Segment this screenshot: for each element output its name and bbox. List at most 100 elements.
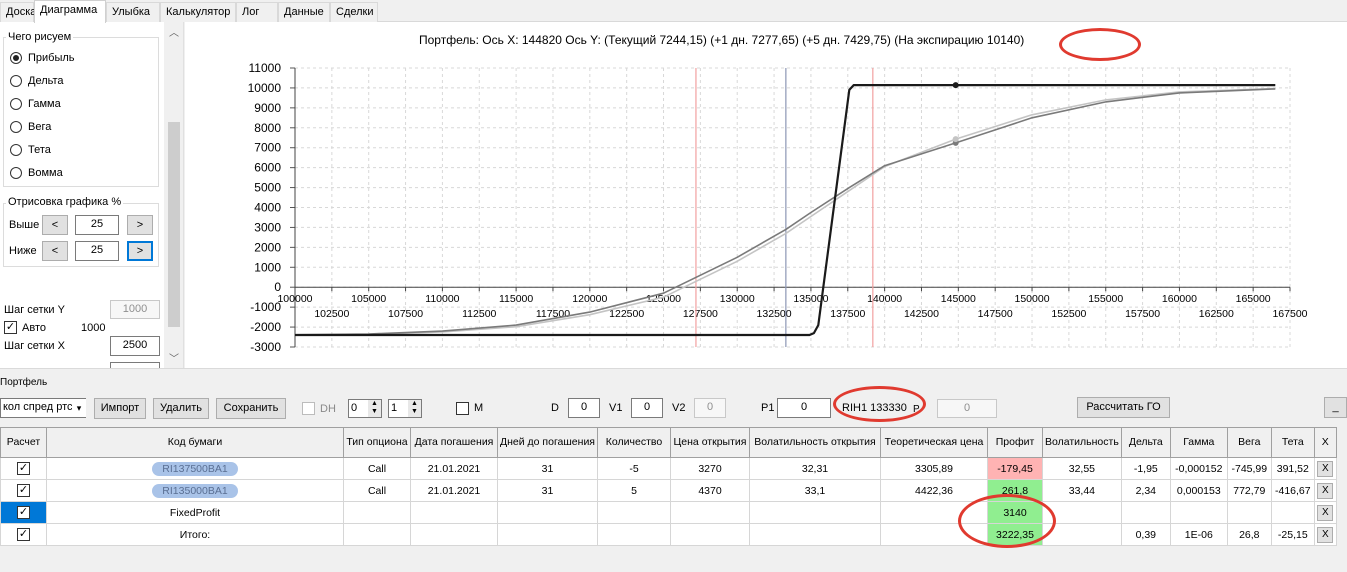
table-row[interactable]: ✓ RI137500BA1 Call 21.01.2021 31 -5 3270… <box>0 457 1337 480</box>
calc-checkbox[interactable]: ✓ <box>17 484 30 497</box>
calc-cell[interactable]: ✓ <box>0 479 47 502</box>
below-value-field[interactable]: 25 <box>75 241 119 261</box>
scroll-up-icon[interactable]: ︿ <box>169 24 179 39</box>
theta-cell[interactable] <box>1270 501 1315 524</box>
profit-cell[interactable]: -179,45 <box>987 457 1043 480</box>
tab-calculator[interactable]: Калькулятор <box>160 2 236 22</box>
theo-price-cell[interactable]: 4422,36 <box>880 479 988 502</box>
radio-profit[interactable] <box>10 52 22 64</box>
tab-smile[interactable]: Улыбка <box>106 2 160 22</box>
grid-y-field[interactable]: 1000 <box>110 300 160 319</box>
open-vol-cell[interactable]: 32,31 <box>749 457 881 480</box>
spin-2-arrows-icon[interactable]: ▲ ▼ <box>408 400 421 417</box>
delete-cell[interactable]: X <box>1313 479 1337 502</box>
auto-checkbox[interactable]: ✓ <box>4 321 17 334</box>
table-row[interactable]: ✓ Итого: 3222,35 0,39 1E-06 26,8 -25,15 … <box>0 523 1337 546</box>
col-header-days-to-expiry[interactable]: Дней до погашения <box>497 427 598 458</box>
radio-gamma[interactable] <box>10 98 22 110</box>
delete-cell[interactable]: X <box>1313 457 1337 480</box>
theo-price-cell[interactable]: 3305,89 <box>880 457 988 480</box>
delta-cell[interactable]: 2,34 <box>1120 479 1171 502</box>
vega-cell[interactable]: 772,79 <box>1226 479 1272 502</box>
m-checkbox[interactable] <box>456 402 469 415</box>
open-price-cell[interactable] <box>670 501 750 524</box>
col-header-theoretical-price[interactable]: Теоретическая цена <box>880 427 988 458</box>
delete-cell[interactable]: X <box>1313 501 1337 524</box>
save-button[interactable]: Сохранить <box>216 398 286 419</box>
theta-cell[interactable]: 391,52 <box>1270 457 1315 480</box>
tab-board[interactable]: Доска <box>0 2 36 22</box>
grid-x-field[interactable]: 2500 <box>110 336 160 356</box>
col-header-option-type[interactable]: Тип опциона <box>343 427 411 458</box>
open-vol-cell[interactable] <box>749 501 881 524</box>
col-header-gamma[interactable]: Гамма <box>1169 427 1228 458</box>
days-cell[interactable]: 31 <box>497 457 598 480</box>
volatility-cell[interactable]: 32,55 <box>1042 457 1122 480</box>
calc-cell[interactable]: ✓ <box>0 457 47 480</box>
delete-row-button[interactable]: X <box>1317 482 1334 499</box>
theta-cell[interactable]: -25,15 <box>1270 523 1315 546</box>
calc-cell[interactable]: ✓ <box>0 501 47 524</box>
calc-checkbox[interactable]: ✓ <box>17 462 30 475</box>
expiry-date-cell[interactable] <box>410 523 498 546</box>
days-cell[interactable] <box>497 501 598 524</box>
gamma-cell[interactable]: 0,000153 <box>1169 479 1228 502</box>
option-type-cell[interactable] <box>343 501 411 524</box>
calc-checkbox[interactable]: ✓ <box>17 528 30 541</box>
code-cell[interactable]: RI135000BA1 <box>46 479 344 502</box>
quantity-cell[interactable]: 5 <box>597 479 671 502</box>
scroll-thumb[interactable] <box>168 122 180 327</box>
radio-vega[interactable] <box>10 121 22 133</box>
vega-cell[interactable]: 26,8 <box>1226 523 1272 546</box>
col-header-calc[interactable]: Расчет <box>0 427 47 458</box>
expiry-date-cell[interactable]: 21.01.2021 <box>410 479 498 502</box>
col-header-delete[interactable]: X <box>1313 427 1337 458</box>
col-header-quantity[interactable]: Количество <box>597 427 671 458</box>
col-header-profit[interactable]: Профит <box>987 427 1043 458</box>
p1-field[interactable]: 0 <box>777 398 831 418</box>
quantity-cell[interactable] <box>597 501 671 524</box>
open-price-cell[interactable] <box>670 523 750 546</box>
delta-cell[interactable] <box>1120 501 1171 524</box>
radio-delta[interactable] <box>10 75 22 87</box>
theta-cell[interactable]: -416,67 <box>1270 479 1315 502</box>
code-cell[interactable]: Итого: <box>46 523 344 546</box>
p-field[interactable]: 0 <box>937 399 997 418</box>
calc-checkbox[interactable]: ✓ <box>17 506 30 519</box>
tab-diagram[interactable]: Диаграмма <box>34 0 106 23</box>
combo-chevron-down-icon[interactable]: ▾ <box>72 399 86 417</box>
delete-row-button[interactable]: X <box>1317 460 1334 477</box>
code-cell[interactable]: RI137500BA1 <box>46 457 344 480</box>
option-type-cell[interactable]: Call <box>343 457 411 480</box>
open-price-cell[interactable]: 3270 <box>670 457 750 480</box>
option-type-cell[interactable] <box>343 523 411 546</box>
option-type-cell[interactable]: Call <box>343 479 411 502</box>
tab-data[interactable]: Данные <box>278 2 330 22</box>
below-decrease-button[interactable]: < <box>42 241 68 261</box>
gamma-cell[interactable]: -0,000152 <box>1169 457 1228 480</box>
col-header-theta[interactable]: Тета <box>1270 427 1315 458</box>
open-vol-cell[interactable] <box>749 523 881 546</box>
volatility-cell[interactable]: 33,44 <box>1042 479 1122 502</box>
col-header-open-price[interactable]: Цена открытия <box>670 427 750 458</box>
delete-row-button[interactable]: X <box>1317 526 1334 543</box>
days-cell[interactable]: 31 <box>497 479 598 502</box>
vega-cell[interactable] <box>1226 501 1272 524</box>
open-vol-cell[interactable]: 33,1 <box>749 479 881 502</box>
gamma-cell[interactable] <box>1169 501 1228 524</box>
col-header-volatility[interactable]: Волатильность <box>1042 427 1122 458</box>
delta-cell[interactable]: -1,95 <box>1120 457 1171 480</box>
expiry-date-cell[interactable] <box>410 501 498 524</box>
panel-splitter[interactable] <box>0 368 1347 376</box>
vega-cell[interactable]: -745,99 <box>1226 457 1272 480</box>
col-header-vega[interactable]: Вега <box>1226 427 1272 458</box>
v1-field[interactable]: 0 <box>631 398 663 418</box>
dh-checkbox[interactable] <box>302 402 315 415</box>
delete-cell[interactable]: X <box>1313 523 1337 546</box>
days-cell[interactable] <box>497 523 598 546</box>
tab-deals[interactable]: Сделки <box>330 2 378 22</box>
above-value-field[interactable]: 25 <box>75 215 119 235</box>
gamma-cell[interactable]: 1E-06 <box>1169 523 1228 546</box>
left-panel-scrollbar[interactable]: ︿ ﹀ <box>164 22 183 368</box>
expiry-date-cell[interactable]: 21.01.2021 <box>410 457 498 480</box>
